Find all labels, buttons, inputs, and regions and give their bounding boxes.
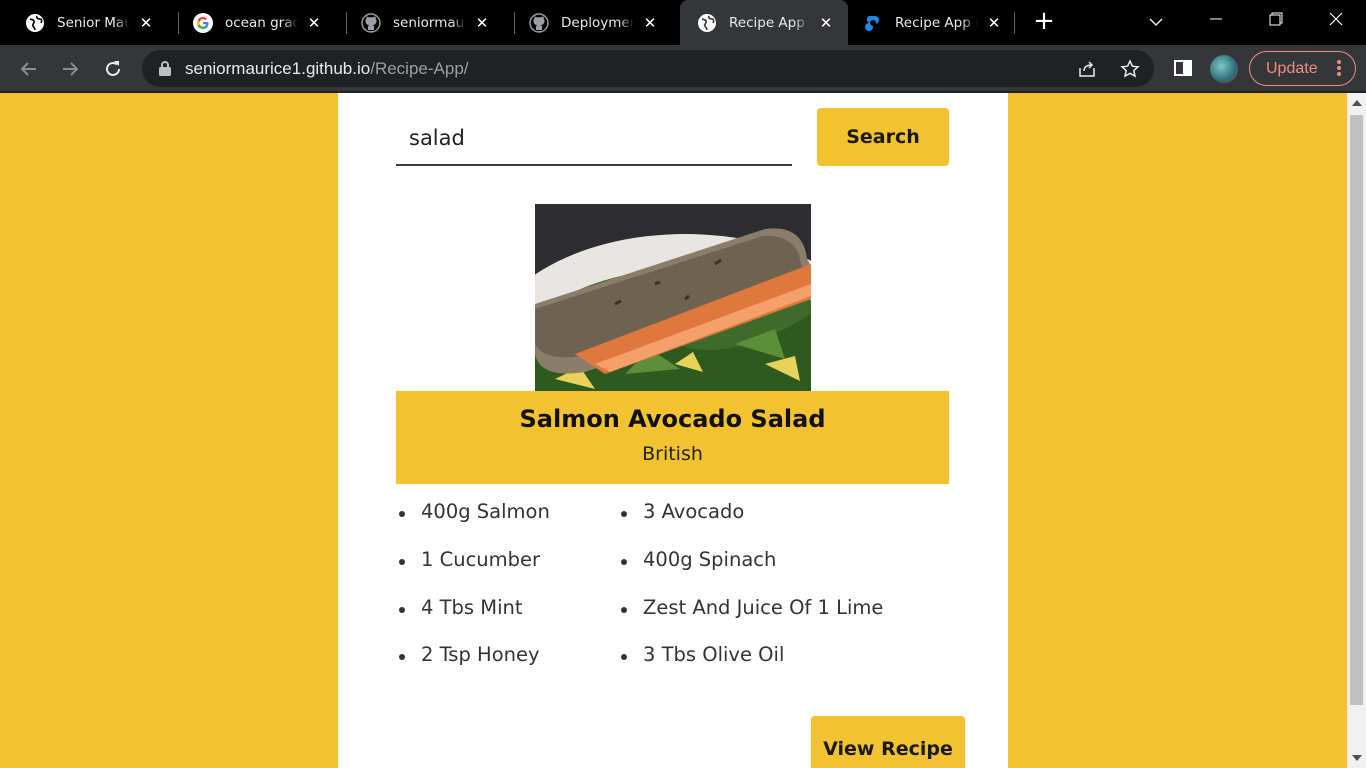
close-tab-icon[interactable]: ✕	[642, 15, 658, 31]
scrollbar-thumb[interactable]	[1350, 115, 1363, 705]
tab-ocean-gradient[interactable]: ocean gradient ✕	[168, 0, 336, 45]
tab-title: Senior Maurice	[57, 14, 130, 31]
browser-toolbar: seniormaurice1.github.io/Recipe-App/ Upd…	[0, 45, 1366, 92]
close-tab-icon[interactable]: ✕	[818, 15, 834, 31]
github-icon	[361, 12, 381, 33]
page-viewport: Search Salmon Avocado Salad British 400g	[0, 93, 1347, 768]
tab-title: ocean gradient	[225, 14, 298, 31]
scroll-down-arrow-icon[interactable]	[1352, 755, 1362, 761]
update-label: Update	[1266, 59, 1318, 77]
close-tab-icon[interactable]: ✕	[986, 15, 1002, 31]
meal-area: British	[642, 443, 703, 465]
lock-icon[interactable]	[158, 60, 172, 76]
tab-deployments[interactable]: Deployments ✕	[504, 0, 672, 45]
tab-recipe-app-ui[interactable]: Recipe App ui ✕	[848, 0, 1016, 45]
url-text: seniormaurice1.github.io/Recipe-App/	[185, 59, 469, 78]
scroll-up-arrow-icon[interactable]	[1352, 100, 1362, 106]
tab-strip: Senior Maurice ✕ ocean gradient ✕ senior…	[0, 0, 1366, 45]
close-window-button[interactable]	[1306, 0, 1366, 38]
github-icon	[529, 12, 549, 33]
bookmark-star-icon[interactable]	[1120, 59, 1140, 79]
ingredient-item: 4 Tbs Mint	[396, 596, 523, 619]
meal-image	[535, 204, 811, 391]
restore-button[interactable]	[1246, 0, 1306, 38]
ingredient-item: 400g Salmon	[396, 500, 550, 523]
ingredient-item: 3 Avocado	[618, 500, 744, 523]
new-tab-button[interactable]: +	[1030, 8, 1058, 36]
meal-name: Salmon Avocado Salad	[519, 405, 826, 433]
tab-seniormaurice[interactable]: seniormaurice ✕	[336, 0, 504, 45]
globe-icon	[25, 13, 45, 33]
tab-title: Recipe App	[729, 14, 805, 31]
ingredient-item: 400g Spinach	[618, 548, 776, 571]
ingredient-item: 1 Cucumber	[396, 548, 540, 571]
more-menu-icon[interactable]	[1337, 59, 1341, 77]
globe-icon	[697, 13, 717, 33]
side-panel-icon[interactable]	[1173, 58, 1193, 78]
back-button[interactable]	[15, 55, 43, 83]
search-input[interactable]	[396, 111, 792, 166]
ingredient-item: 2 Tsp Honey	[396, 643, 540, 666]
ingredient-item: Zest And Juice Of 1 Lime	[618, 596, 883, 619]
meal-title-band: Salmon Avocado Salad British	[396, 391, 949, 484]
forward-button[interactable]	[56, 55, 84, 83]
ingredient-item: 3 Tbs Olive Oil	[618, 643, 784, 666]
tab-title: seniormaurice	[393, 14, 466, 31]
reload-button[interactable]	[99, 55, 127, 83]
search-button[interactable]: Search	[817, 108, 949, 166]
view-recipe-button[interactable]: View Recipe	[811, 716, 965, 768]
recipe-card: Search Salmon Avocado Salad British 400g	[338, 93, 1008, 768]
tab-title: Deployments	[561, 14, 634, 31]
figma-icon	[863, 13, 883, 33]
profile-avatar[interactable]	[1210, 55, 1238, 83]
tab-divider	[1014, 12, 1015, 34]
close-tab-icon[interactable]: ✕	[138, 15, 154, 31]
tab-title: Recipe App ui	[895, 14, 978, 31]
update-button[interactable]: Update	[1249, 51, 1356, 86]
close-tab-icon[interactable]: ✕	[306, 15, 322, 31]
close-tab-icon[interactable]: ✕	[474, 15, 490, 31]
share-icon[interactable]	[1077, 59, 1097, 79]
address-bar[interactable]: seniormaurice1.github.io/Recipe-App/	[142, 50, 1154, 87]
google-icon	[193, 12, 213, 33]
tab-search-chevron-icon[interactable]	[1146, 12, 1166, 32]
tab-senior-maurice[interactable]: Senior Maurice ✕	[0, 0, 168, 45]
minimize-button[interactable]	[1186, 0, 1246, 38]
page-scrollbar[interactable]	[1347, 93, 1366, 768]
tab-recipe-app-active[interactable]: Recipe App ✕	[680, 0, 848, 45]
